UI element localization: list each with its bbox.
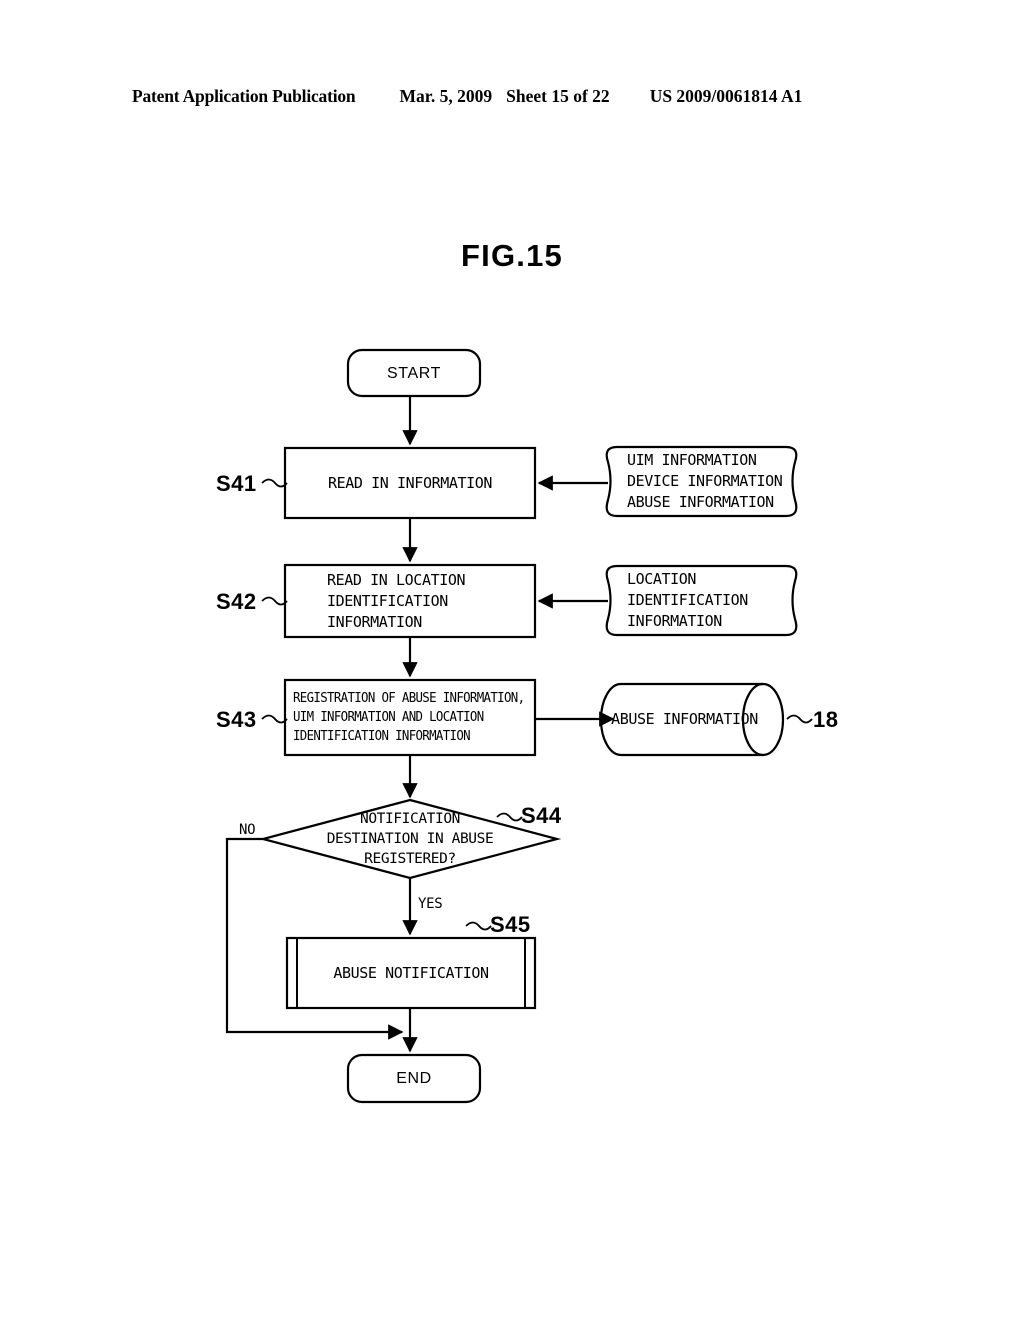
s44-branch-no-label: NO — [239, 822, 256, 838]
s41-data-shape — [605, 445, 798, 518]
s43-node-shape — [283, 678, 537, 757]
abuse-database-reference: 18 — [813, 707, 839, 732]
s42-leader — [261, 596, 288, 606]
database-reference-leader — [786, 714, 813, 724]
s41-step-label: S41 — [216, 471, 257, 496]
end-node-shape — [346, 1053, 482, 1104]
s45-leader — [465, 921, 492, 931]
s44-branch-yes-label: YES — [418, 896, 443, 912]
s41-leader — [261, 478, 288, 488]
s45-node-shape — [285, 936, 537, 1010]
s42-node-shape — [283, 563, 537, 639]
s45-step-label: S45 — [490, 912, 531, 937]
s44-leader — [496, 812, 523, 822]
s44-decision-shape — [258, 798, 562, 880]
s42-data-shape — [605, 564, 798, 637]
s44-step-label: S44 — [521, 803, 562, 828]
start-node-shape — [346, 348, 482, 398]
s43-step-label: S43 — [216, 707, 257, 732]
abuse-database-right-cap — [741, 682, 785, 757]
s41-node-shape — [283, 446, 537, 520]
flowchart-canvas — [225, 348, 813, 1104]
s43-leader — [261, 714, 288, 724]
s42-step-label: S42 — [216, 589, 257, 614]
